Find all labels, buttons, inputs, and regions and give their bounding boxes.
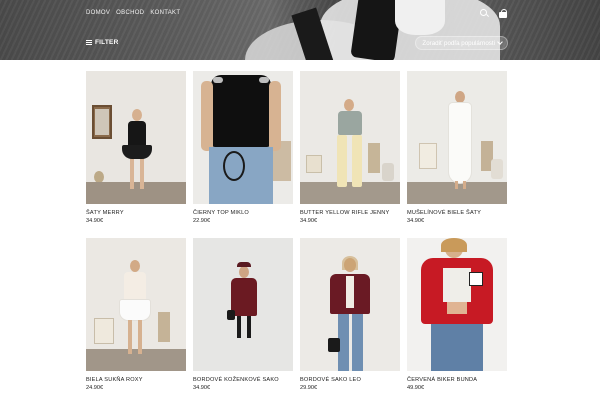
product-card[interactable]: ČIERNY TOP MIKLO 22.90€	[193, 71, 293, 238]
chevron-down-icon	[497, 39, 503, 45]
product-price: 34.90€	[86, 218, 104, 224]
product-card[interactable]: BUTTER YELLOW RIFLE JENNY 34.90€	[300, 71, 400, 238]
main-nav: DOMOV OBCHOD KONTAKT	[86, 10, 180, 16]
sort-value: Zoradiť podľa populárnosti	[422, 39, 495, 47]
header-icons	[480, 9, 508, 18]
product-card[interactable]: ŠATY MERRY 34.90€	[86, 71, 186, 238]
header-banner: DOMOV OBCHOD KONTAKT FILTER Zoradiť podľ…	[0, 0, 600, 60]
banner-model-neck	[395, 0, 445, 35]
product-price: 49.90€	[407, 385, 425, 391]
product-name[interactable]: BIELA SUKŇA ROXY	[86, 377, 186, 383]
product-image[interactable]	[300, 71, 400, 204]
filter-label: FILTER	[95, 39, 119, 46]
product-name[interactable]: MUŠELÍNOVÉ BIELE ŠATY	[407, 210, 507, 216]
product-price: 29.90€	[300, 385, 318, 391]
product-price: 24.90€	[86, 385, 104, 391]
product-image[interactable]	[407, 71, 507, 204]
product-image[interactable]	[300, 238, 400, 371]
nav-contact[interactable]: KONTAKT	[150, 10, 180, 16]
product-image[interactable]	[193, 238, 293, 371]
shopping-bag-icon[interactable]	[499, 9, 508, 18]
product-name[interactable]: ČIERNY TOP MIKLO	[193, 210, 293, 216]
filter-button[interactable]: FILTER	[86, 39, 118, 46]
product-price: 34.90€	[407, 218, 425, 224]
product-image[interactable]	[86, 238, 186, 371]
search-icon[interactable]	[480, 9, 489, 18]
filter-menu-icon	[86, 40, 92, 45]
product-card[interactable]: BIELA SUKŇA ROXY 24.90€	[86, 238, 186, 400]
product-card[interactable]: BORDOVÉ KOŽENKOVÉ SAKO 34.90€	[193, 238, 293, 400]
product-name[interactable]: BORDOVÉ KOŽENKOVÉ SAKO	[193, 377, 293, 383]
product-card[interactable]: ČERVENÁ BIKER BUNDA 49.90€	[407, 238, 507, 400]
product-price: 34.90€	[300, 218, 318, 224]
product-card[interactable]: MUŠELÍNOVÉ BIELE ŠATY 34.90€	[407, 71, 507, 238]
product-price: 34.90€	[193, 385, 211, 391]
product-card[interactable]: BORDOVÉ SAKO LEO 29.90€	[300, 238, 400, 400]
product-grid: ŠATY MERRY 34.90€ ČIERNY TOP MIKLO 22.90…	[86, 71, 507, 400]
product-name[interactable]: ČERVENÁ BIKER BUNDA	[407, 377, 507, 383]
product-name[interactable]: ŠATY MERRY	[86, 210, 186, 216]
product-price: 22.90€	[193, 218, 211, 224]
sort-select[interactable]: Zoradiť podľa populárnosti	[415, 36, 508, 50]
product-name[interactable]: BUTTER YELLOW RIFLE JENNY	[300, 210, 400, 216]
product-image[interactable]	[193, 71, 293, 204]
product-image[interactable]	[86, 71, 186, 204]
product-name[interactable]: BORDOVÉ SAKO LEO	[300, 377, 400, 383]
nav-home[interactable]: DOMOV	[86, 10, 110, 16]
product-image[interactable]	[407, 238, 507, 371]
nav-shop[interactable]: OBCHOD	[116, 10, 144, 16]
